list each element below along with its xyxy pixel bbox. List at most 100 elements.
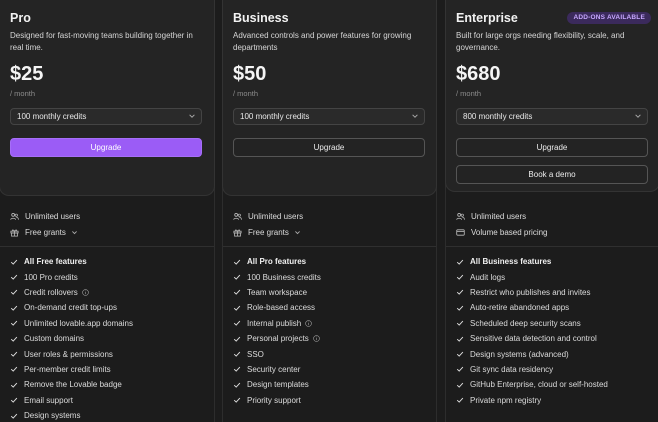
check-icon <box>456 259 464 265</box>
feature-item: Role-based access <box>233 300 433 315</box>
feature-item: 100 Business credits <box>233 269 433 284</box>
feature-item: Private npm registry <box>456 393 656 408</box>
chevron-down-icon <box>294 230 300 234</box>
divider <box>446 246 658 247</box>
divider <box>0 246 214 247</box>
check-icon <box>10 367 18 373</box>
check-icon <box>456 274 464 280</box>
credits-select[interactable]: 800 monthly credits <box>456 108 648 125</box>
feature-list: All Business features Audit logs Restric… <box>456 254 656 408</box>
meta-label: Volume based pricing <box>471 227 548 237</box>
feature-item: Sensitive data detection and control <box>456 331 656 346</box>
chevron-down-icon <box>635 114 641 118</box>
check-icon <box>10 290 18 296</box>
plan-price: $25 <box>10 63 44 85</box>
feature-item: Priority support <box>233 393 433 408</box>
check-icon <box>10 336 18 342</box>
info-icon[interactable] <box>313 335 320 342</box>
check-icon <box>456 290 464 296</box>
plan-column-enterprise: Enterprise ADD-ONS AVAILABLE Built for l… <box>445 0 658 422</box>
feature-list: All Pro features 100 Business credits Te… <box>233 254 433 408</box>
meta-label: Unlimited users <box>25 211 81 221</box>
plan-name: Pro <box>10 11 31 25</box>
check-icon <box>456 321 464 327</box>
info-icon[interactable] <box>82 289 89 296</box>
check-icon <box>233 351 241 357</box>
feature-item: Design systems (advanced) <box>456 346 656 361</box>
gift-icon <box>233 229 242 237</box>
check-icon <box>456 397 464 403</box>
plan-column-pro: Pro Designed for fast-moving teams build… <box>0 0 215 422</box>
feature-item: 100 Pro credits <box>10 269 210 284</box>
meta-volume-pricing: Volume based pricing <box>456 226 548 238</box>
upgrade-button[interactable]: Upgrade <box>456 138 648 157</box>
plan-card-enterprise: Enterprise ADD-ONS AVAILABLE Built for l… <box>445 0 658 192</box>
check-icon <box>233 274 241 280</box>
credits-select-value: 100 monthly credits <box>17 112 87 121</box>
feature-item: Team workspace <box>233 285 433 300</box>
feature-item: Internal publish <box>233 316 433 331</box>
upgrade-button[interactable]: Upgrade <box>10 138 202 157</box>
feature-item: Git sync data residency <box>456 362 656 377</box>
feature-item: Unlimited lovable.app domains <box>10 316 210 331</box>
plan-name: Enterprise <box>456 11 518 25</box>
chevron-down-icon <box>189 114 195 118</box>
meta-free-grants[interactable]: Free grants <box>233 226 301 238</box>
meta-free-grants[interactable]: Free grants <box>10 226 78 238</box>
plan-period: / month <box>10 89 36 98</box>
plan-price: $680 <box>456 63 501 85</box>
feature-item: Email support <box>10 393 210 408</box>
plan-description: Advanced controls and power features for… <box>233 31 412 52</box>
card-icon <box>456 228 465 236</box>
check-icon <box>233 305 241 311</box>
feature-item: Security center <box>233 362 433 377</box>
feature-item: Remove the Lovable badge <box>10 377 210 392</box>
feature-item: Audit logs <box>456 269 656 284</box>
chevron-down-icon <box>71 230 77 234</box>
plan-description: Built for large orgs needing flexibility… <box>456 31 625 52</box>
meta-label: Unlimited users <box>248 211 304 221</box>
check-icon <box>456 351 464 357</box>
check-icon <box>10 397 18 403</box>
pricing-page: Pro Designed for fast-moving teams build… <box>0 0 658 422</box>
addons-badge: ADD-ONS AVAILABLE <box>567 12 651 24</box>
check-icon <box>10 351 18 357</box>
upgrade-button[interactable]: Upgrade <box>233 138 425 157</box>
check-icon <box>10 259 18 265</box>
feature-item: Scheduled deep security scans <box>456 316 656 331</box>
credits-select-value: 100 monthly credits <box>240 112 310 121</box>
credits-select[interactable]: 100 monthly credits <box>10 108 202 125</box>
check-icon <box>10 382 18 388</box>
check-icon <box>233 259 241 265</box>
check-icon <box>10 413 18 419</box>
meta-unlimited-users: Unlimited users <box>233 210 303 222</box>
check-icon <box>10 274 18 280</box>
check-icon <box>233 382 241 388</box>
meta-label: Free grants <box>248 227 289 237</box>
info-icon[interactable] <box>305 319 313 327</box>
check-icon <box>233 321 241 327</box>
credits-select-value: 800 monthly credits <box>463 112 533 121</box>
meta-label: Unlimited users <box>471 211 527 221</box>
meta-label: Free grants <box>25 227 66 237</box>
check-icon <box>456 336 464 342</box>
plan-period: / month <box>456 89 482 98</box>
feature-item: Design templates <box>233 377 433 392</box>
feature-item: Credit rollovers <box>10 285 210 300</box>
credits-select[interactable]: 100 monthly credits <box>233 108 425 125</box>
book-demo-button[interactable]: Book a demo <box>456 165 648 184</box>
users-icon <box>233 212 242 220</box>
feature-list: All Free features 100 Pro credits Credit… <box>10 254 210 422</box>
users-icon <box>456 212 465 220</box>
plan-period: / month <box>233 89 259 98</box>
check-icon <box>10 305 18 311</box>
check-icon <box>10 321 18 327</box>
feature-item: GitHub Enterprise, cloud or self-hosted <box>456 377 656 392</box>
plan-card-pro: Pro Designed for fast-moving teams build… <box>0 0 215 196</box>
plan-price: $50 <box>233 63 267 85</box>
gift-icon <box>10 229 19 237</box>
feature-item: Design systems <box>10 408 210 422</box>
check-icon <box>233 336 241 342</box>
plan-column-business: Business Advanced controls and power fea… <box>222 0 437 422</box>
feature-item: All Free features <box>10 254 210 269</box>
